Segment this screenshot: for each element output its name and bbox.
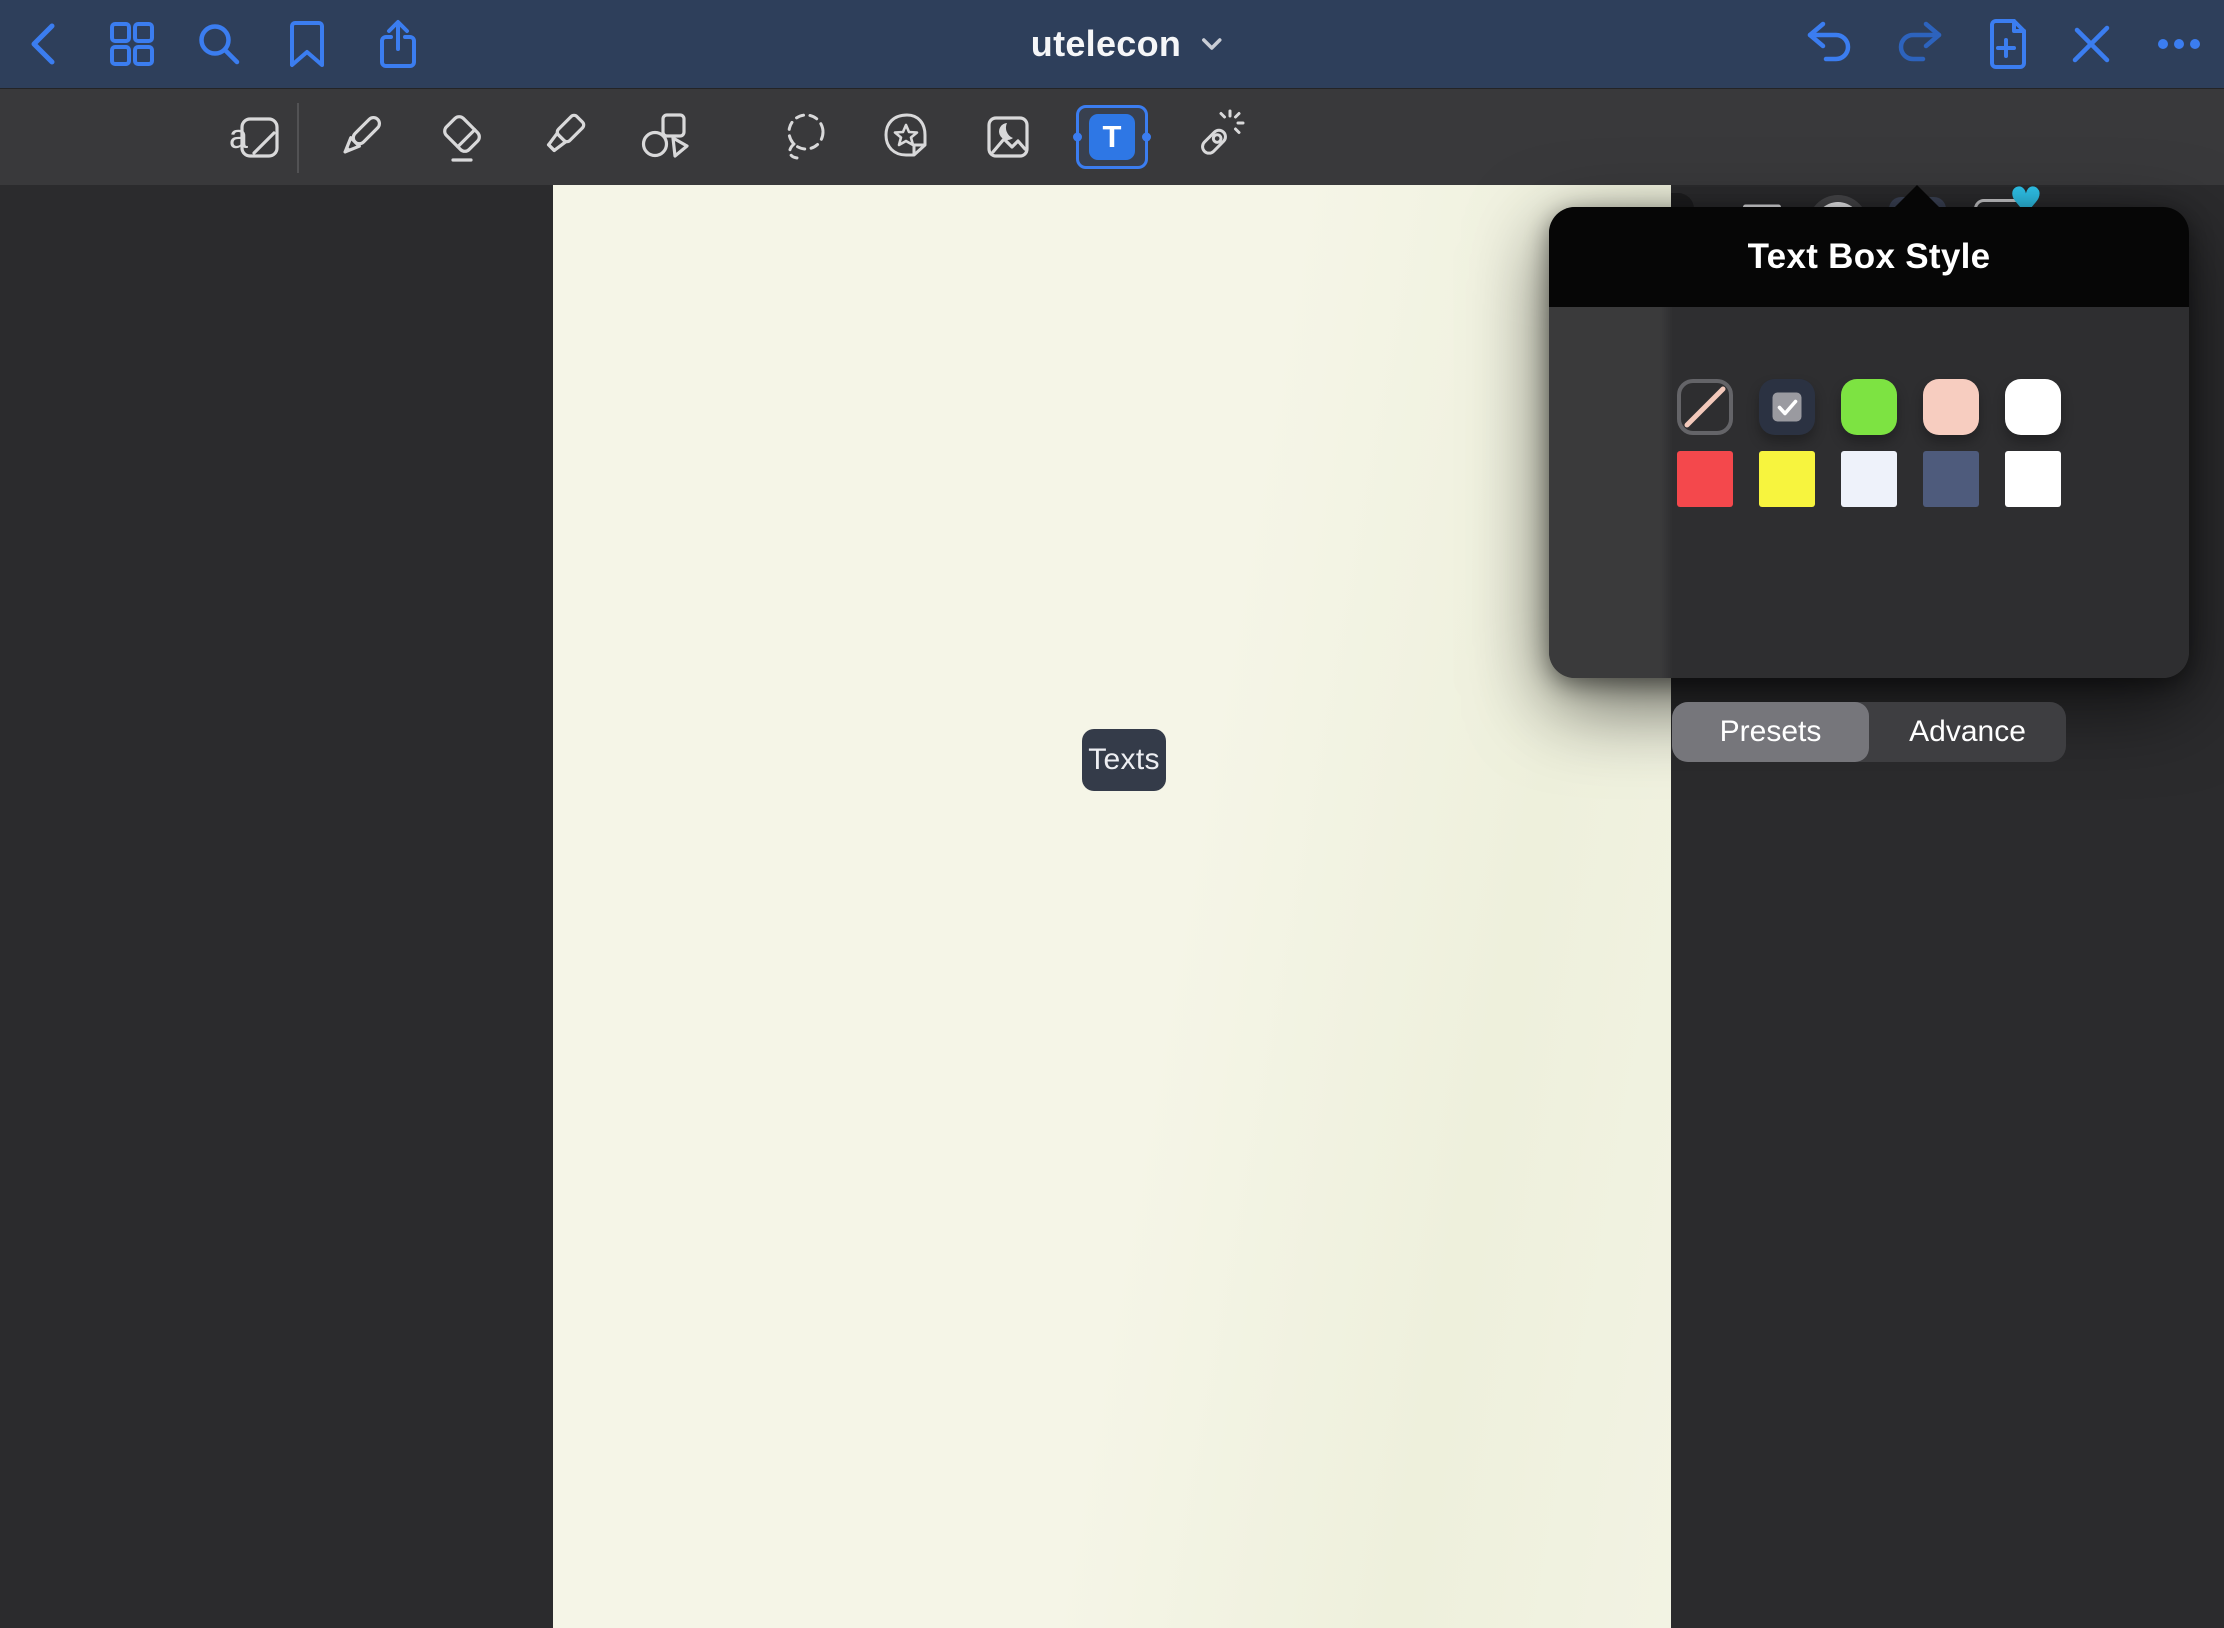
swatch-dark-navy-selected[interactable] <box>1759 379 1815 435</box>
swatch-green[interactable] <box>1841 379 1897 435</box>
pen-icon <box>331 108 389 166</box>
undo-button[interactable] <box>1800 14 1860 74</box>
selection-handle-left <box>1073 133 1082 142</box>
redo-button[interactable] <box>1889 14 1949 74</box>
swatch-row-2 <box>1549 451 2189 507</box>
canvas-text-box[interactable]: Texts <box>1082 729 1166 791</box>
highlighter-tool-button[interactable] <box>527 102 597 172</box>
document-title: utelecon <box>1031 23 1181 65</box>
canvas-text-box-label: Texts <box>1088 743 1160 777</box>
text-tool-button-active[interactable]: T <box>1076 105 1148 169</box>
laser-pointer-icon <box>1188 108 1246 166</box>
more-ellipsis-icon <box>2156 37 2202 51</box>
document-title-button[interactable]: utelecon <box>1031 23 1223 65</box>
text-box-style-popover: Text Box Style <box>1549 207 2189 678</box>
popover-arrow <box>1895 185 1939 207</box>
tab-advance[interactable]: Advance <box>1869 702 2066 762</box>
swatch-grid <box>1549 379 2189 507</box>
image-icon <box>979 108 1037 166</box>
popover-title: Text Box Style <box>1748 237 1991 277</box>
pen-mode-toggle-button[interactable] <box>2061 14 2121 74</box>
selection-handle-right <box>1142 133 1151 142</box>
share-button[interactable] <box>368 14 428 74</box>
sticker-tool-button[interactable] <box>872 102 942 172</box>
shapes-icon <box>636 108 694 166</box>
lasso-icon <box>778 108 836 166</box>
tools-toolbar: a T <box>0 88 2224 185</box>
chevron-down-icon <box>1201 36 1223 52</box>
popover-body: Presets Advance <box>1549 307 2189 678</box>
thumbnails-button[interactable] <box>102 14 162 74</box>
share-icon <box>376 18 420 70</box>
swatch-row-1 <box>1549 379 2189 435</box>
sticker-icon <box>878 108 936 166</box>
bookmark-icon <box>287 19 327 69</box>
presets-advance-segmented-control: Presets Advance <box>1672 702 2066 762</box>
lasso-tool-button[interactable] <box>772 102 842 172</box>
convert-text-icon: a <box>227 108 285 166</box>
swatch-light-blue[interactable] <box>1841 451 1897 507</box>
highlighter-icon <box>533 108 591 166</box>
top-nav-bar: utelecon <box>0 0 2224 88</box>
eraser-icon <box>433 108 491 166</box>
laser-pointer-tool-button[interactable] <box>1182 102 1252 172</box>
swatch-yellow[interactable] <box>1759 451 1815 507</box>
svg-text:a: a <box>229 118 248 156</box>
pen-tool-button[interactable] <box>325 102 395 172</box>
back-button[interactable] <box>15 14 75 74</box>
redo-icon <box>1894 21 1944 67</box>
swatch-white[interactable] <box>2005 379 2061 435</box>
swatch-none[interactable] <box>1677 379 1733 435</box>
grid-view-icon <box>109 21 155 67</box>
eraser-tool-button[interactable] <box>427 102 497 172</box>
more-options-button[interactable] <box>2149 14 2209 74</box>
tab-presets[interactable]: Presets <box>1672 702 1869 762</box>
bookmark-button[interactable] <box>277 14 337 74</box>
image-tool-button[interactable] <box>973 102 1043 172</box>
pen-cross-icon <box>2068 21 2114 67</box>
selected-check-icon <box>1773 393 1802 422</box>
undo-icon <box>1805 21 1855 67</box>
search-icon <box>196 21 242 67</box>
tab-advance-label: Advance <box>1909 715 2026 749</box>
add-page-button[interactable] <box>1976 14 2036 74</box>
toolbar-divider <box>297 103 299 173</box>
shapes-tool-button[interactable] <box>630 102 700 172</box>
popover-header: Text Box Style <box>1549 207 2189 307</box>
back-chevron-icon <box>25 18 65 70</box>
swatch-white-2[interactable] <box>2005 451 2061 507</box>
diagonal-line-icon <box>1681 383 1729 431</box>
note-page[interactable] <box>553 185 1671 1628</box>
convert-text-tool-button[interactable]: a <box>221 102 291 172</box>
swatch-salmon[interactable] <box>1923 379 1979 435</box>
swatch-slate-blue[interactable] <box>1923 451 1979 507</box>
add-page-icon <box>1984 18 2028 70</box>
swatch-red[interactable] <box>1677 451 1733 507</box>
search-button[interactable] <box>189 14 249 74</box>
tab-presets-label: Presets <box>1720 715 1822 749</box>
text-tool-icon: T <box>1089 114 1135 160</box>
